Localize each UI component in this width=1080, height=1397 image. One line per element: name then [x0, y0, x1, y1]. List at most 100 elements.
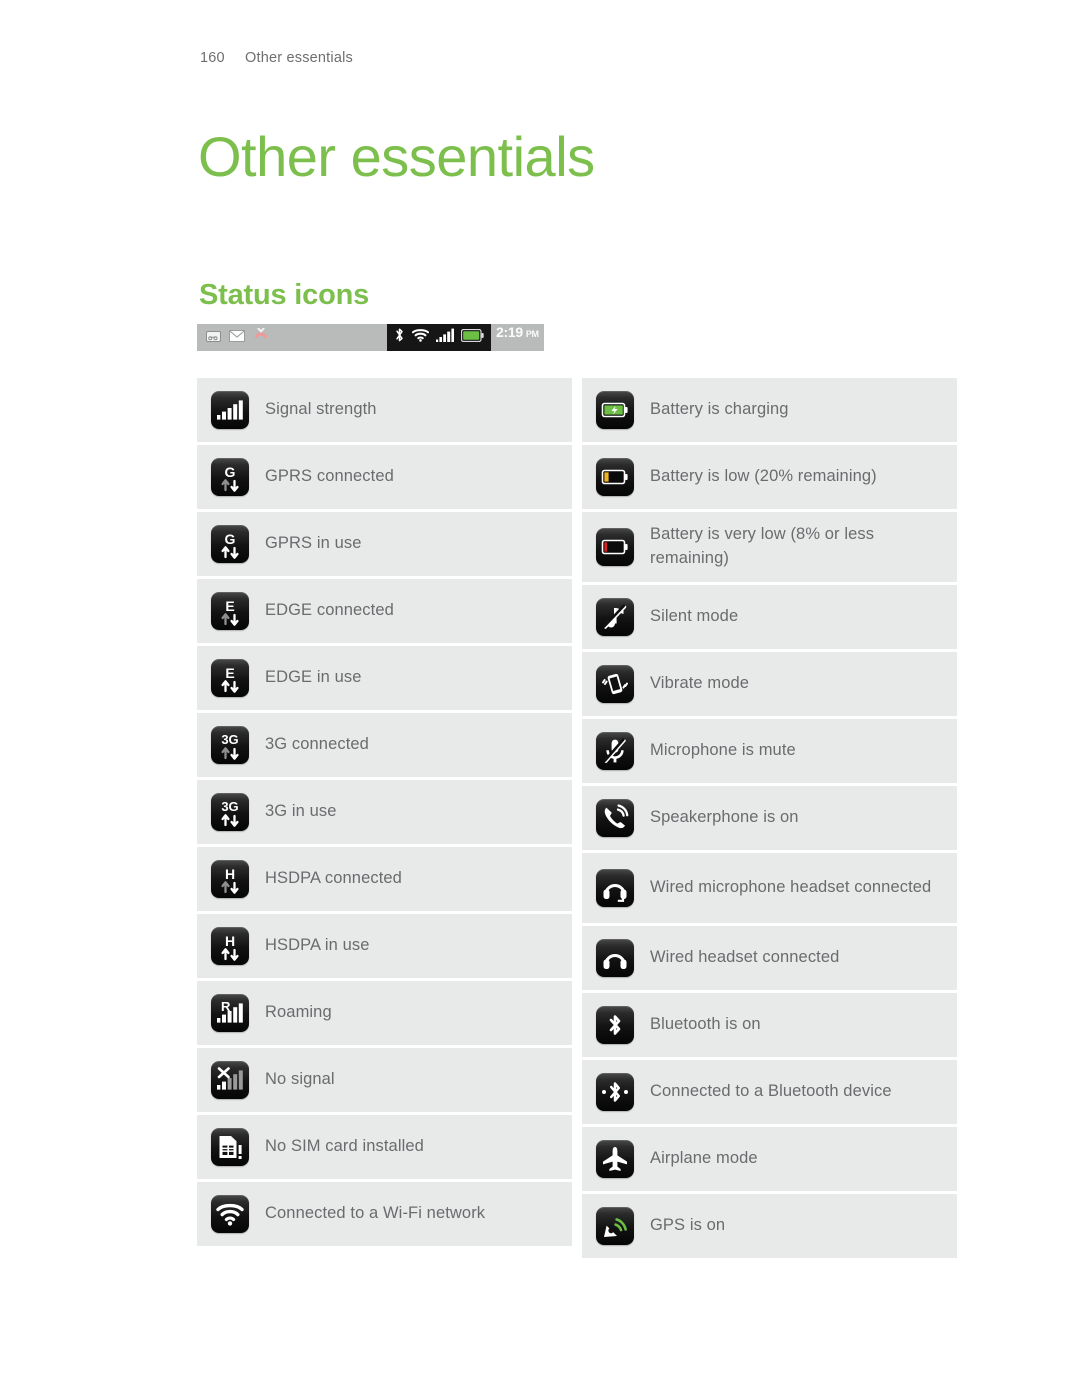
battery-charging-icon [596, 391, 634, 429]
status-icon-label: Wired microphone headset connected [650, 878, 932, 897]
status-icon-row: E EDGE connected [197, 579, 572, 643]
status-icon-row: Signal strength [197, 378, 572, 442]
status-icon-row: R Roaming [197, 981, 572, 1045]
no-sim-card-icon [211, 1128, 249, 1166]
missed-call-icon [253, 327, 269, 347]
hsdpa-in-use-icon: H [211, 927, 249, 965]
clock-meridiem: PM [525, 329, 539, 339]
gprs-in-use-icon: G [211, 525, 249, 563]
status-icon-label: Microphone is mute [650, 741, 796, 760]
status-icon-label: No SIM card installed [265, 1137, 424, 1156]
signal-icon [436, 328, 454, 347]
status-icon-label: HSDPA connected [265, 869, 402, 888]
signal-strength-icon [211, 391, 249, 429]
status-icon-label: Roaming [265, 1003, 332, 1022]
status-icon-label: Silent mode [650, 607, 739, 626]
bluetooth-connected-icon [596, 1073, 634, 1111]
page-number: 160 [200, 50, 225, 66]
status-icon-label: EDGE in use [265, 668, 362, 687]
roaming-icon: R [211, 994, 249, 1032]
status-icon-row: Battery is low (20% remaining) [582, 445, 957, 509]
edge-connected-icon: E [211, 592, 249, 630]
manual-page: 160 Other essentials Other essentials St… [0, 0, 1080, 1397]
status-icon-row: Connected to a Wi-Fi network [197, 1182, 572, 1246]
no-signal-icon [211, 1061, 249, 1099]
status-icon-row: G GPRS in use [197, 512, 572, 576]
mail-icon [229, 329, 245, 347]
svg-text:3G: 3G [221, 799, 238, 814]
status-icon-row: Bluetooth is on [582, 993, 957, 1057]
status-bar-illustration: 2:19 PM [197, 324, 544, 351]
status-icon-label: EDGE connected [265, 601, 394, 620]
status-icon-label: HSDPA in use [265, 936, 370, 955]
status-icon-label: Signal strength [265, 400, 377, 419]
wired-headset-icon [596, 939, 634, 977]
status-icon-row: G GPRS connected [197, 445, 572, 509]
edge-in-use-icon: E [211, 659, 249, 697]
status-icon-label: Connected to a Wi-Fi network [265, 1204, 486, 1223]
status-icon-row: Microphone is mute [582, 719, 957, 783]
status-icon-row: Wired microphone headset connected [582, 853, 957, 923]
status-bar-system-area [387, 324, 491, 351]
clock-time: 2:19 [496, 324, 523, 340]
status-icon-row: Battery is very low (8% or less remainin… [582, 512, 957, 582]
svg-text:G: G [225, 464, 236, 480]
status-icon-row: H HSDPA connected [197, 847, 572, 911]
battery-low-icon [596, 458, 634, 496]
wifi-connected-icon [211, 1195, 249, 1233]
status-icon-label: Connected to a Bluetooth device [650, 1082, 892, 1101]
status-icon-row: Airplane mode [582, 1127, 957, 1191]
status-icon-label: Airplane mode [650, 1149, 758, 1168]
status-icon-label: Battery is charging [650, 400, 789, 419]
svg-text:R: R [221, 999, 231, 1014]
hsdpa-connected-icon: H [211, 860, 249, 898]
status-icon-column-right: Battery is charging Battery is low (20% … [582, 378, 957, 1258]
status-icon-row: Vibrate mode [582, 652, 957, 716]
svg-text:3G: 3G [221, 732, 238, 747]
status-icon-row: Speakerphone is on [582, 786, 957, 850]
status-icon-row: H HSDPA in use [197, 914, 572, 978]
3g-connected-icon: 3G [211, 726, 249, 764]
bluetooth-icon [394, 327, 405, 348]
status-icon-row: Silent mode [582, 585, 957, 649]
gps-on-icon [596, 1207, 634, 1245]
wifi-icon [411, 328, 430, 347]
svg-text:E: E [225, 598, 234, 614]
bluetooth-on-icon [596, 1006, 634, 1044]
status-icon-label: 3G in use [265, 802, 337, 821]
vibrate-mode-icon [596, 665, 634, 703]
voicemail-icon [206, 329, 221, 347]
status-icon-table: Signal strength G GPRS connected G GPRS in… [197, 378, 957, 1258]
status-icon-row: Connected to a Bluetooth device [582, 1060, 957, 1124]
running-header: 160 Other essentials [200, 50, 353, 66]
silent-mode-icon [596, 598, 634, 636]
status-icon-label: No signal [265, 1070, 335, 1089]
speakerphone-icon [596, 799, 634, 837]
status-icon-label: Bluetooth is on [650, 1015, 761, 1034]
status-icon-label: 3G connected [265, 735, 369, 754]
status-icon-row: E EDGE in use [197, 646, 572, 710]
status-icon-label: Battery is low (20% remaining) [650, 467, 877, 486]
svg-text:E: E [225, 665, 234, 681]
airplane-mode-icon [596, 1140, 634, 1178]
svg-text:G: G [225, 531, 236, 547]
gprs-connected-icon: G [211, 458, 249, 496]
3g-in-use-icon: 3G [211, 793, 249, 831]
status-icon-row: 3G 3G in use [197, 780, 572, 844]
running-header-section: Other essentials [245, 50, 353, 66]
status-icon-label: Vibrate mode [650, 674, 750, 693]
status-icon-row: No signal [197, 1048, 572, 1112]
status-icon-label: Speakerphone is on [650, 808, 799, 827]
status-icon-row: Battery is charging [582, 378, 957, 442]
svg-text:H: H [225, 866, 235, 882]
section-heading: Status icons [199, 279, 370, 312]
status-bar-clock: 2:19 PM [491, 324, 544, 351]
status-bar-notification-area [197, 324, 387, 351]
page-title: Other essentials [198, 124, 595, 188]
status-icon-row: Wired headset connected [582, 926, 957, 990]
status-icon-column-left: Signal strength G GPRS connected G GPRS in… [197, 378, 572, 1258]
status-icon-row: GPS is on [582, 1194, 957, 1258]
svg-text:H: H [225, 933, 235, 949]
status-icon-row: No SIM card installed [197, 1115, 572, 1179]
microphone-mute-icon [596, 732, 634, 770]
